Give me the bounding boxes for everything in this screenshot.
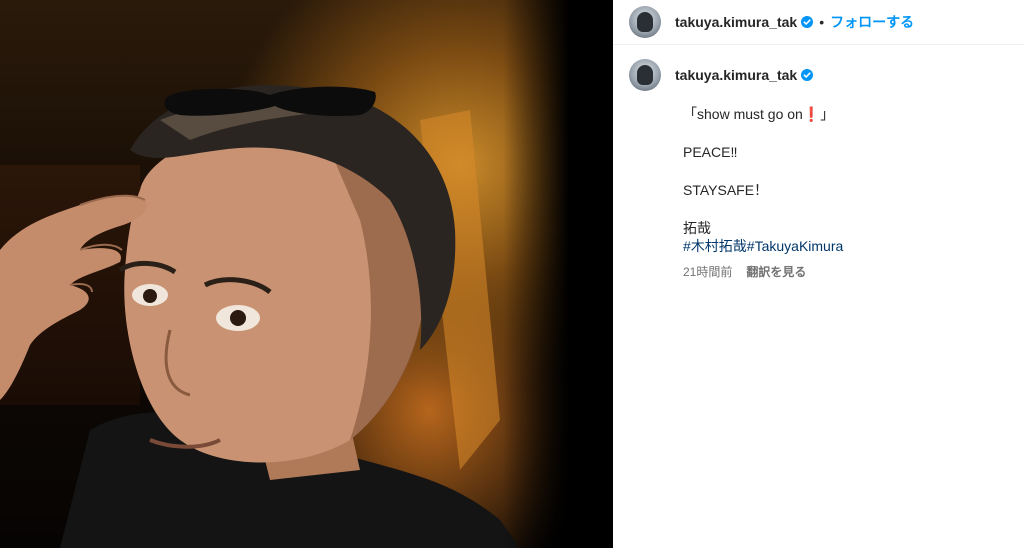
header-username[interactable]: takuya.kimura_tak — [675, 14, 797, 30]
post-timestamp[interactable]: 21時間前 — [683, 263, 732, 281]
caption-signature: 拓哉 — [683, 220, 711, 236]
verified-badge-icon — [801, 69, 814, 81]
caption-section: takuya.kimura_tak 「show must go on❗」 PEA… — [613, 45, 1024, 281]
translate-button[interactable]: 翻訳を見る — [746, 263, 806, 281]
post-photo[interactable] — [0, 0, 613, 548]
caption-header: takuya.kimura_tak — [629, 59, 1008, 91]
caption-hashtags: #木村拓哉#TakuyaKimura — [683, 237, 1008, 255]
photo-right-shadow — [503, 0, 613, 548]
header-separator: • — [819, 14, 825, 30]
header-avatar[interactable] — [629, 6, 661, 38]
caption-line-1: 「show must go on❗」 — [683, 106, 835, 122]
verified-badge-icon — [801, 16, 814, 28]
follow-button[interactable]: フォローする — [830, 12, 914, 32]
hashtag-link[interactable]: #TakuyaKimura — [747, 238, 844, 254]
caption-text: 「show must go on❗」 PEACE‼ STAYSAFE！ 拓哉 #… — [683, 105, 1008, 281]
hashtag-link[interactable]: #木村拓哉 — [683, 238, 747, 254]
caption-avatar[interactable] — [629, 59, 661, 91]
caption-meta: 21時間前 翻訳を見る — [683, 263, 1008, 281]
caption-username[interactable]: takuya.kimura_tak — [675, 67, 797, 83]
caption-line-3: STAYSAFE！ — [683, 182, 769, 198]
post-side-panel: takuya.kimura_tak • フォローする takuya.kimura… — [613, 0, 1024, 548]
instagram-post-view: takuya.kimura_tak • フォローする takuya.kimura… — [0, 0, 1024, 548]
caption-line-2: PEACE‼ — [683, 144, 738, 160]
post-header: takuya.kimura_tak • フォローする — [613, 0, 1024, 45]
